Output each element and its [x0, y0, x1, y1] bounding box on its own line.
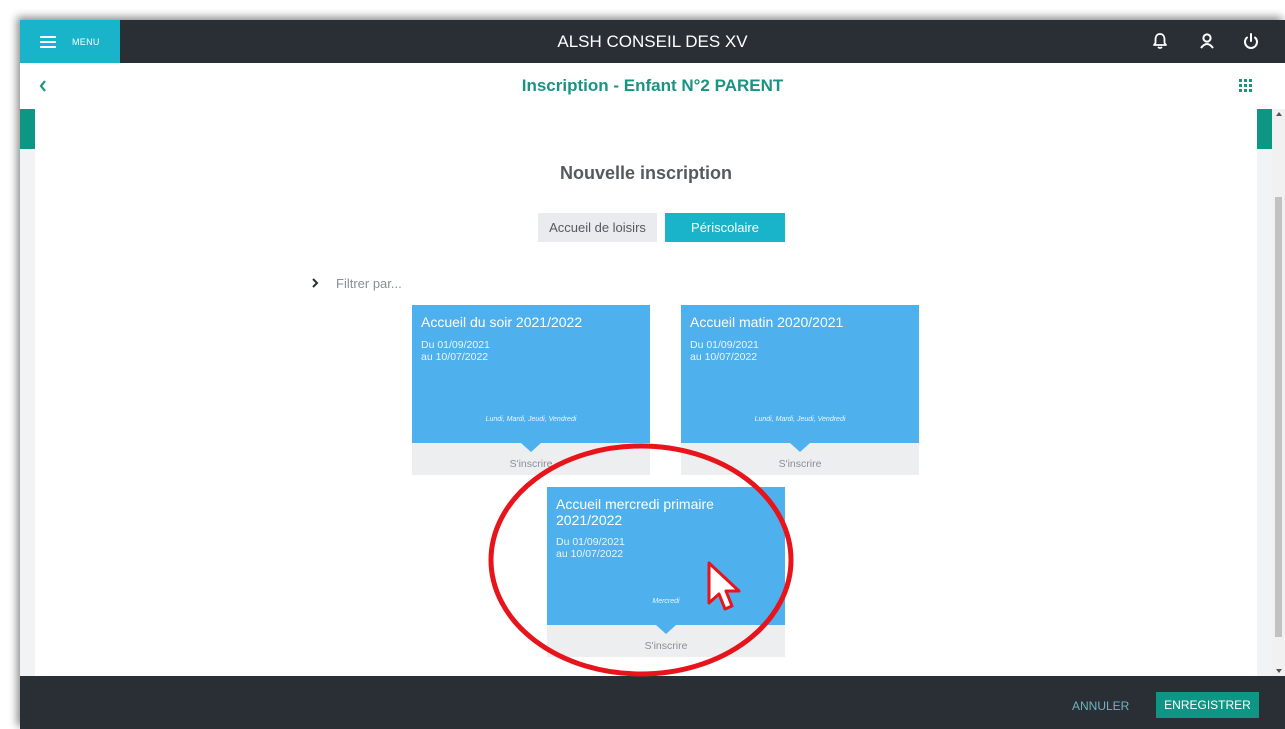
card-date-to: au 10/07/2022 [556, 548, 624, 560]
card-body: Accueil du soir 2021/2022 Du 01/09/2021 … [412, 305, 650, 443]
scroll-down-arrow-icon[interactable] [1276, 669, 1282, 673]
card-pointer [790, 443, 810, 452]
card-pointer [656, 625, 676, 634]
card-title: Accueil matin 2020/2021 [690, 314, 844, 330]
section-title: Nouvelle inscription [559, 163, 733, 183]
right-accent-bar [1257, 109, 1272, 149]
save-button[interactable]: ENREGISTRER [1156, 692, 1259, 718]
card-title: Accueil du soir 2021/2022 [421, 314, 583, 330]
left-accent-bar [20, 109, 35, 149]
hamburger-icon [40, 35, 56, 48]
app-title: ALSH CONSEIL DES XV [557, 32, 748, 51]
menu-button[interactable]: MENU [20, 20, 120, 63]
scroll-up-arrow-icon[interactable] [1276, 112, 1282, 116]
footer-bar: ANNULER ENREGISTRER [20, 676, 1285, 729]
card-body: Accueil mercredi primaire 2021/2022 Du 0… [547, 487, 785, 625]
page-title: Inscription - Enfant N°2 PARENT [521, 76, 784, 95]
top-bar: MENU ALSH CONSEIL DES XV [20, 20, 1285, 63]
card-dates: Du 01/09/2021 au 10/07/2022 [556, 536, 776, 560]
menu-label: MENU [72, 36, 100, 47]
content-area: Nouvelle inscription Accueil de loisirs … [20, 109, 1285, 676]
card-title: Accueil mercredi primaire 2021/2022 [556, 496, 714, 528]
card-date-to: au 10/07/2022 [690, 351, 758, 363]
card-date-from: Du 01/09/2021 [421, 339, 490, 351]
card-days: Lundi, Mardi, Jeudi, Vendredi [754, 416, 846, 423]
activity-card[interactable]: Accueil mercredi primaire 2021/2022 Du 0… [547, 487, 785, 657]
user-icon[interactable] [1196, 30, 1218, 52]
filter-toggle[interactable]: Filtrer par... [310, 273, 402, 293]
card-date-from: Du 01/09/2021 [556, 536, 625, 548]
card-days: Mercredi [652, 598, 680, 605]
scrollbar[interactable] [1272, 109, 1285, 676]
card-dates: Du 01/09/2021 au 10/07/2022 [421, 339, 641, 363]
tab-periscolaire[interactable]: Périscolaire [665, 213, 785, 242]
bell-icon[interactable] [1149, 30, 1171, 52]
card-body: Accueil matin 2020/2021 Du 01/09/2021 au… [681, 305, 919, 443]
power-icon[interactable] [1240, 30, 1262, 52]
scrollbar-thumb[interactable] [1275, 197, 1282, 637]
sub-header: Inscription - Enfant N°2 PARENT [20, 63, 1285, 109]
tab-accueil-de-loisirs[interactable]: Accueil de loisirs [538, 213, 657, 242]
activity-card[interactable]: Accueil matin 2020/2021 Du 01/09/2021 au… [681, 305, 919, 475]
activity-card[interactable]: Accueil du soir 2021/2022 Du 01/09/2021 … [412, 305, 650, 475]
app-window: MENU ALSH CONSEIL DES XV Inscription - E… [20, 20, 1285, 729]
card-date-to: au 10/07/2022 [421, 351, 489, 363]
main-panel: Nouvelle inscription Accueil de loisirs … [35, 109, 1257, 676]
apps-grid-icon[interactable] [1239, 79, 1253, 93]
filter-label: Filtrer par... [336, 275, 402, 291]
card-pointer [521, 443, 541, 452]
card-dates: Du 01/09/2021 au 10/07/2022 [690, 339, 910, 363]
card-date-from: Du 01/09/2021 [690, 339, 759, 351]
card-days: Lundi, Mardi, Jeudi, Vendredi [485, 416, 577, 423]
chevron-right-icon [312, 278, 319, 288]
cancel-button[interactable]: ANNULER [1072, 695, 1129, 717]
